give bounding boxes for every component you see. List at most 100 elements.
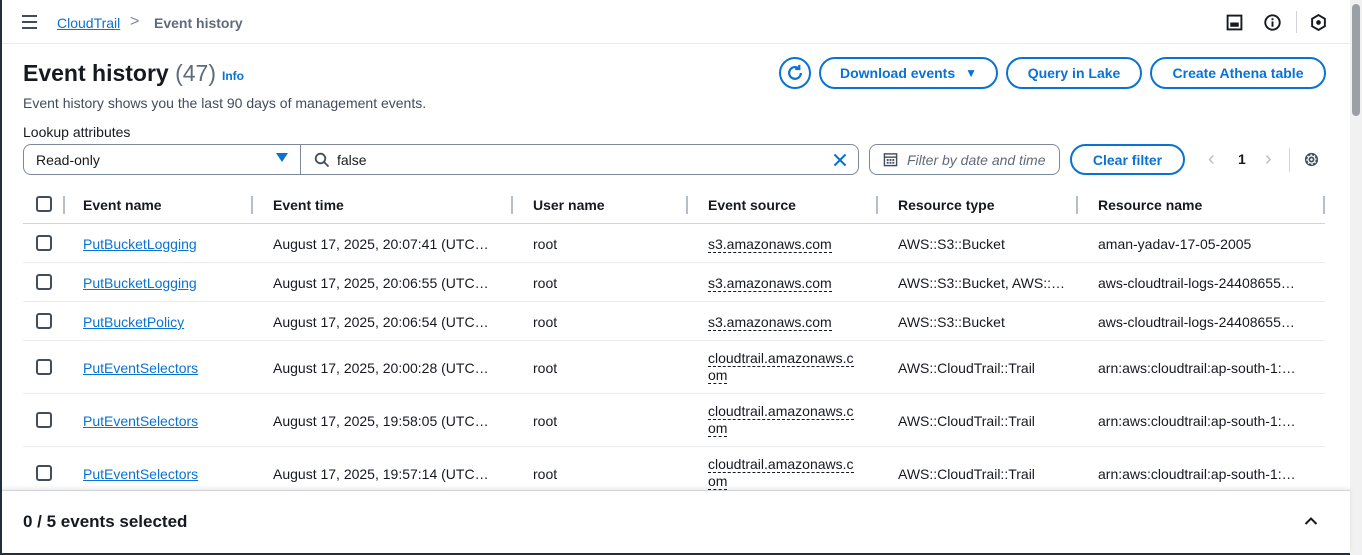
clear-filter-button[interactable]: Clear filter	[1070, 144, 1185, 175]
resource-type: AWS::S3::Bucket, AWS::…	[898, 275, 1066, 291]
event-source-text[interactable]: cloudtrail.amazonaws.com	[708, 456, 854, 490]
refresh-icon	[788, 64, 802, 80]
event-name-link[interactable]: PutEventSelectors	[83, 466, 198, 482]
page-number-button[interactable]: 1	[1238, 151, 1246, 167]
resource-type: AWS::S3::Bucket	[898, 236, 1005, 252]
scrollbar-thumb[interactable]	[1352, 4, 1360, 116]
lookup-attribute-value: Read-only	[36, 152, 100, 168]
side-panel-icon[interactable]	[1226, 14, 1243, 31]
row-checkbox[interactable]	[36, 313, 52, 329]
column-separator[interactable]	[1323, 196, 1325, 214]
chevron-left-icon[interactable]: ‹	[1208, 148, 1215, 171]
event-name-link[interactable]: PutBucketPolicy	[83, 314, 184, 330]
row-checkbox[interactable]	[36, 235, 52, 251]
pager-divider	[1289, 148, 1290, 172]
query-in-lake-button[interactable]: Query in Lake	[1006, 57, 1142, 89]
row-checkbox[interactable]	[36, 359, 52, 375]
row-checkbox[interactable]	[36, 412, 52, 428]
page-description: Event history shows you the last 90 days…	[23, 95, 427, 111]
table-header: Event name Event time User name Event so…	[23, 185, 1325, 224]
resource-name: arn:aws:cloudtrail:ap-south-1:…	[1098, 466, 1296, 482]
breadcrumb-current: Event history	[154, 15, 243, 31]
select-all-checkbox[interactable]	[36, 196, 52, 212]
table-row[interactable]: PutBucketLogging August 17, 2025, 20:06:…	[23, 263, 1325, 302]
caret-down-icon	[276, 153, 288, 162]
event-source[interactable]: cloudtrail.amazonaws.com	[708, 456, 860, 490]
row-checkbox[interactable]	[36, 465, 52, 481]
user-name: root	[533, 236, 558, 252]
resource-name: arn:aws:cloudtrail:ap-south-1:…	[1098, 413, 1296, 429]
resource-name: aws-cloudtrail-logs-24408655…	[1098, 275, 1295, 291]
close-icon[interactable]	[832, 152, 848, 168]
event-name-link[interactable]: PutEventSelectors	[83, 413, 198, 429]
resource-name: aws-cloudtrail-logs-24408655…	[1098, 314, 1295, 330]
user-name: root	[533, 413, 558, 429]
column-separator	[63, 196, 65, 214]
column-separator[interactable]	[251, 196, 253, 214]
event-name-link[interactable]: PutBucketLogging	[83, 275, 197, 291]
event-time: August 17, 2025, 19:58:05 (UTC…	[273, 413, 489, 429]
event-time: August 17, 2025, 20:06:54 (UTC…	[273, 314, 489, 330]
breadcrumb-cloudtrail[interactable]: CloudTrail	[57, 15, 120, 31]
breadcrumb-separator: >	[130, 13, 140, 30]
column-header-event-time[interactable]: Event time	[273, 197, 344, 213]
user-name: root	[533, 360, 558, 376]
event-source-text[interactable]: cloudtrail.amazonaws.com	[708, 350, 854, 384]
column-separator[interactable]	[511, 196, 513, 214]
search-icon	[314, 152, 330, 168]
download-events-label: Download events	[839, 65, 956, 81]
top-bar: CloudTrail > Event history	[2, 0, 1350, 44]
resource-type: AWS::S3::Bucket	[898, 314, 1005, 330]
table-row[interactable]: PutBucketPolicy August 17, 2025, 20:06:5…	[23, 302, 1325, 341]
event-count: (47)	[175, 60, 217, 86]
table-row[interactable]: PutEventSelectors August 17, 2025, 19:58…	[23, 394, 1325, 447]
column-header-event-source[interactable]: Event source	[708, 197, 796, 213]
download-events-button[interactable]: Download events ▼	[819, 57, 998, 89]
event-source[interactable]: s3.amazonaws.com	[708, 275, 832, 292]
event-source[interactable]: s3.amazonaws.com	[708, 314, 832, 331]
event-time: August 17, 2025, 20:06:55 (UTC…	[273, 275, 489, 291]
column-header-resource-type[interactable]: Resource type	[898, 197, 994, 213]
row-checkbox[interactable]	[36, 274, 52, 290]
column-header-user-name[interactable]: User name	[533, 197, 605, 213]
table-row[interactable]: PutBucketLogging August 17, 2025, 20:07:…	[23, 224, 1325, 263]
gear-icon[interactable]	[1303, 151, 1320, 168]
chevron-right-icon[interactable]: ›	[1265, 148, 1272, 171]
hamburger-menu-icon[interactable]	[22, 15, 38, 29]
page-scrollbar[interactable]	[1350, 0, 1362, 555]
lookup-attribute-select[interactable]: Read-only	[23, 144, 301, 175]
table-row[interactable]: PutEventSelectors August 17, 2025, 20:00…	[23, 341, 1325, 394]
event-time: August 17, 2025, 20:00:28 (UTC…	[273, 360, 489, 376]
refresh-button[interactable]	[779, 57, 811, 89]
date-range-filter[interactable]: Filter by date and time	[869, 144, 1060, 175]
column-header-resource-name[interactable]: Resource name	[1098, 197, 1202, 213]
column-separator[interactable]	[686, 196, 688, 214]
resource-type: AWS::CloudTrail::Trail	[898, 466, 1035, 482]
resource-name: arn:aws:cloudtrail:ap-south-1:…	[1098, 360, 1296, 376]
event-name-link[interactable]: PutBucketLogging	[83, 236, 197, 252]
chevron-up-icon[interactable]	[1303, 513, 1319, 529]
column-separator[interactable]	[1076, 196, 1078, 214]
event-time: August 17, 2025, 20:07:41 (UTC…	[273, 236, 489, 252]
top-divider	[1296, 11, 1297, 33]
info-link[interactable]: Info	[222, 69, 244, 83]
main-content: Event history (47) Info Event history sh…	[2, 44, 1350, 490]
calendar-icon	[883, 153, 898, 167]
lookup-search-input[interactable]	[337, 150, 817, 170]
event-source-text[interactable]: cloudtrail.amazonaws.com	[708, 403, 854, 437]
date-filter-placeholder: Filter by date and time	[907, 152, 1046, 168]
event-name-link[interactable]: PutEventSelectors	[83, 360, 198, 376]
event-source[interactable]: s3.amazonaws.com	[708, 236, 832, 253]
column-header-event-name[interactable]: Event name	[83, 197, 162, 213]
create-athena-table-button[interactable]: Create Athena table	[1150, 57, 1326, 89]
selection-footer: 0 / 5 events selected	[2, 490, 1350, 553]
event-source[interactable]: cloudtrail.amazonaws.com	[708, 350, 860, 384]
selected-count: 0 / 5 events selected	[23, 512, 188, 531]
lookup-search-field[interactable]	[301, 144, 859, 175]
event-time: August 17, 2025, 19:57:14 (UTC…	[273, 466, 489, 482]
hexagon-badge-icon[interactable]	[1310, 14, 1327, 31]
column-separator[interactable]	[876, 196, 878, 214]
event-source[interactable]: cloudtrail.amazonaws.com	[708, 403, 860, 437]
info-circle-icon[interactable]	[1264, 14, 1281, 31]
resource-type: AWS::CloudTrail::Trail	[898, 413, 1035, 429]
